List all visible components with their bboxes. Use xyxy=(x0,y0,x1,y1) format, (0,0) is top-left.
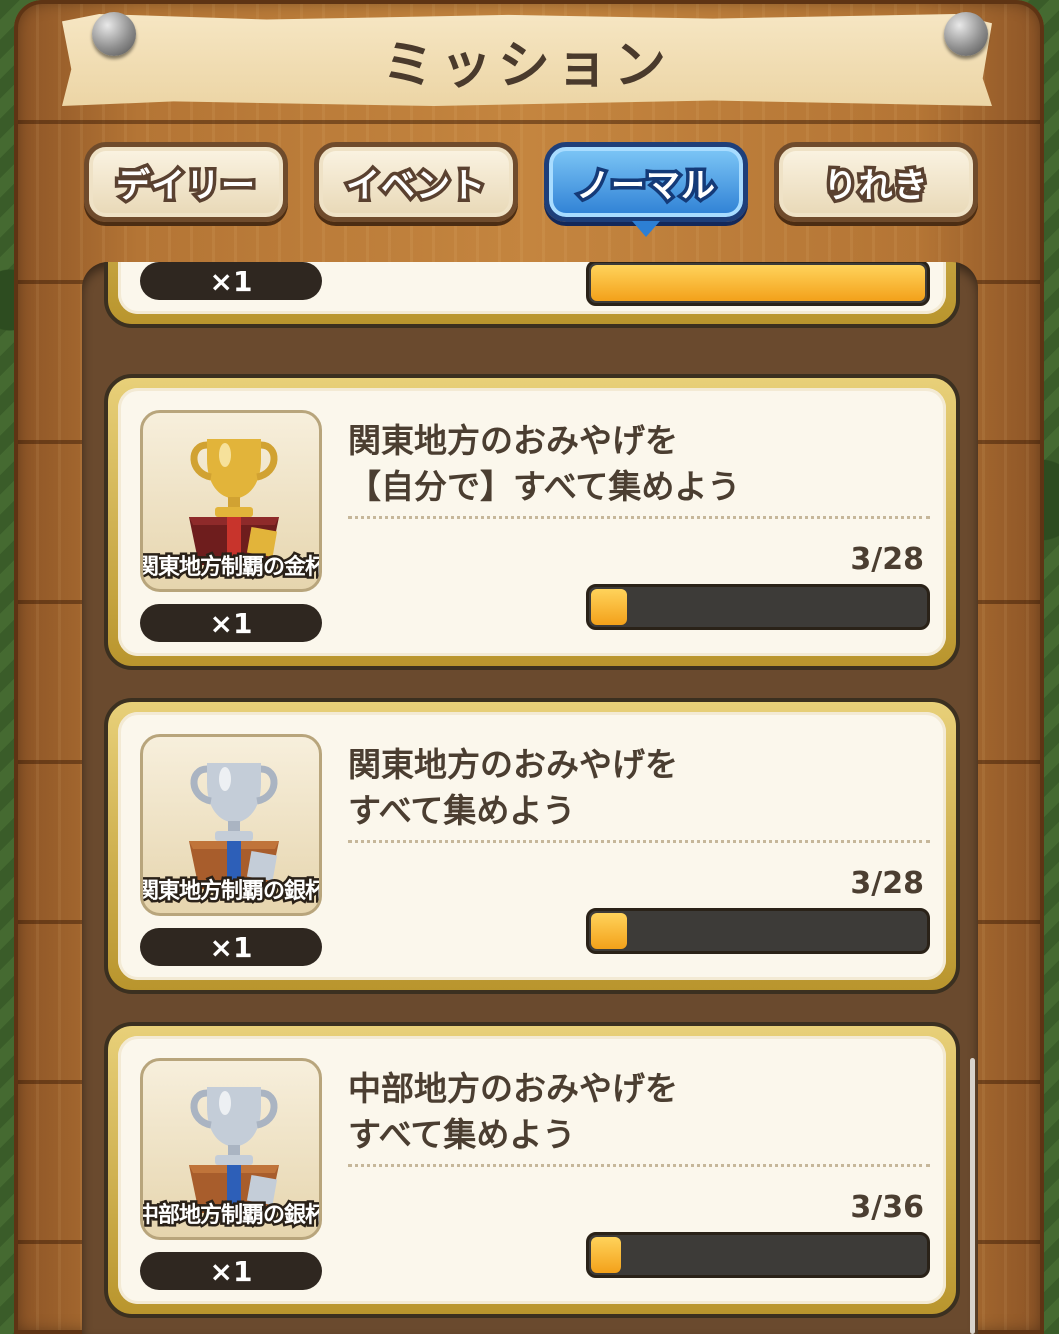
mission-card[interactable]: 関東地方制覇の金杯 ×1 関東地方のおみやげを 【自分で】すべて集めよう 3/2… xyxy=(104,374,960,670)
reward-box: 関東地方制覇の銀杯 xyxy=(140,734,322,916)
progress-bar xyxy=(586,262,930,306)
pin-right-icon xyxy=(944,12,988,56)
progress-bar xyxy=(586,584,930,630)
mission-card[interactable]: 中部地方制覇の銀杯 ×1 中部地方のおみやげを すべて集めよう 3/36 xyxy=(104,1022,960,1318)
progress-bar xyxy=(586,1232,930,1278)
reward-name: 関東地方制覇の銀杯 xyxy=(140,877,322,907)
divider xyxy=(348,840,930,843)
tab-daily[interactable]: デイリー xyxy=(84,142,288,222)
reward-name: 中部地方制覇の銀杯 xyxy=(140,1201,322,1231)
reward-box: 関東地方制覇の金杯 xyxy=(140,410,322,592)
reward-quantity: ×1 xyxy=(140,262,322,300)
mission-description: 中部地方のおみやげを すべて集めよう xyxy=(348,1069,678,1154)
reward-box: 中部地方制覇の銀杯 xyxy=(140,1058,322,1240)
progress-count: 3/28 xyxy=(850,866,924,901)
reward-name: 関東地方制覇の金杯 xyxy=(140,553,322,583)
progress-bar-fill xyxy=(591,1237,621,1273)
divider xyxy=(348,516,930,519)
gold-trophy-icon xyxy=(189,439,279,565)
mission-description: 関東地方のおみやげを 【自分で】すべて集めよう xyxy=(348,421,741,506)
tab-bar: デイリー イベント ノーマル りれき xyxy=(84,142,984,237)
mission-card[interactable]: 関東地方制覇の銀杯 ×1 関東地方のおみやげを すべて集めよう 3/28 xyxy=(104,698,960,994)
tab-history[interactable]: りれき xyxy=(774,142,978,222)
scrollbar[interactable] xyxy=(970,1058,975,1334)
mission-list[interactable]: ×1 関東地方制覇の金杯 ×1 関東地方のおみやげを 【自分で】すべて集めよう … xyxy=(82,262,978,1334)
mission-card: ×1 xyxy=(104,262,960,328)
progress-count: 3/28 xyxy=(850,542,924,577)
progress-count: 3/36 xyxy=(850,1190,924,1225)
silver-trophy-icon xyxy=(189,1087,279,1213)
reward-quantity: ×1 xyxy=(140,928,322,966)
tab-event[interactable]: イベント xyxy=(314,142,518,222)
pin-left-icon xyxy=(92,12,136,56)
progress-bar-fill xyxy=(591,265,925,301)
progress-bar-fill xyxy=(591,589,627,625)
reward-quantity: ×1 xyxy=(140,604,322,642)
reward-quantity: ×1 xyxy=(140,1252,322,1290)
mission-description: 関東地方のおみやげを すべて集めよう xyxy=(348,745,678,830)
page-title: ミッション xyxy=(381,35,672,96)
tab-normal[interactable]: ノーマル xyxy=(544,142,748,237)
progress-bar-fill xyxy=(591,913,627,949)
silver-trophy-icon xyxy=(189,763,279,889)
progress-bar xyxy=(586,908,930,954)
divider xyxy=(348,1164,930,1167)
